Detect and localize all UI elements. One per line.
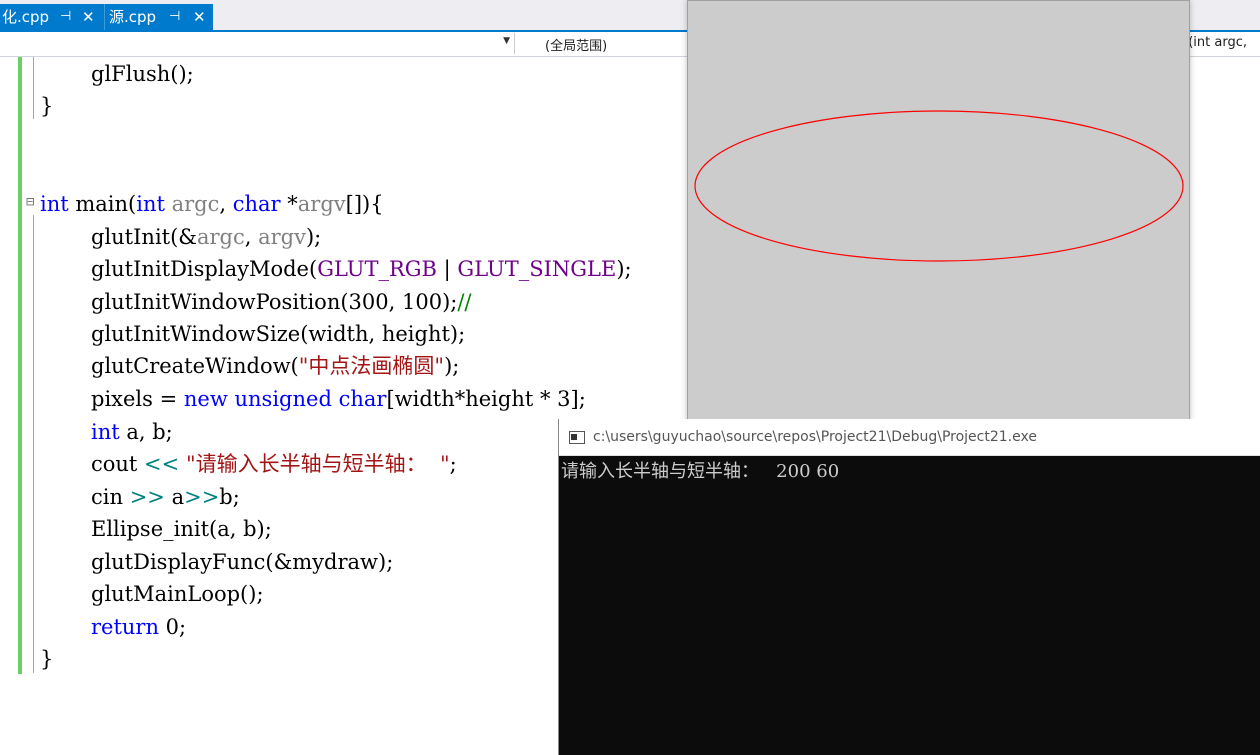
parameter: argv xyxy=(297,192,346,216)
code-line: glutInit(&argc, argv); xyxy=(40,221,321,253)
project-dropdown[interactable]: ▼ xyxy=(0,33,515,54)
macro: GLUT_RGB xyxy=(317,257,437,281)
keyword: char xyxy=(232,192,281,216)
keyword: int xyxy=(40,192,69,216)
chevron-down-icon: ▼ xyxy=(503,36,510,46)
code-text: glFlush(); xyxy=(91,62,194,86)
ellipse-canvas xyxy=(694,110,1184,262)
tab-file-1-label: 化.cpp xyxy=(2,8,50,26)
code-text: []){ xyxy=(345,192,384,216)
code-line: } xyxy=(40,90,53,122)
code-text: cin xyxy=(91,485,130,509)
close-icon[interactable]: ✕ xyxy=(82,4,95,30)
outline-guide xyxy=(33,57,34,119)
code-text: Ellipse_init(a, b); xyxy=(91,517,272,541)
code-line: glutInitWindowSize(width, height); xyxy=(40,318,465,350)
code-text: glutMainLoop(); xyxy=(91,582,264,606)
scope-dropdown[interactable]: (全局范围) xyxy=(545,35,607,54)
pin-icon[interactable]: ⊣ xyxy=(169,4,180,30)
function-dropdown[interactable]: n(int argc, xyxy=(1180,35,1247,50)
pin-icon[interactable]: ⊣ xyxy=(60,4,71,30)
code-text: a, b; xyxy=(119,420,173,444)
code-line: int a, b; xyxy=(40,416,173,448)
change-marker xyxy=(18,57,22,674)
code-text: pixels = xyxy=(91,387,184,411)
console-icon xyxy=(569,431,585,444)
code-line: glutCreateWindow("中点法画椭圆"); xyxy=(40,350,459,382)
console-title-bar[interactable]: c:\users\guyuchao\source\repos\Project21… xyxy=(559,419,1260,456)
parameter: argc xyxy=(164,192,220,216)
keyword: int xyxy=(136,192,165,216)
collapse-icon[interactable]: ⊟ xyxy=(26,194,34,210)
code-text: ); xyxy=(616,257,632,281)
code-line: int main(int argc, char *argv[]){ xyxy=(40,188,384,220)
macro: GLUT_SINGLE xyxy=(457,257,617,281)
code-line: glutInitDisplayMode(GLUT_RGB | GLUT_SING… xyxy=(40,253,632,285)
tab-file-2[interactable]: 源.cpp ⊣ ✕ xyxy=(105,4,213,30)
console-title: c:\users\guyuchao\source\repos\Project21… xyxy=(593,429,1037,445)
code-text: main( xyxy=(68,192,137,216)
keyword: unsigned xyxy=(234,387,332,411)
console-window[interactable]: c:\users\guyuchao\source\repos\Project21… xyxy=(558,419,1260,755)
code-line: glutInitWindowPosition(300, 100);// xyxy=(40,286,472,318)
string-literal: "请输入长半轴与短半轴： " xyxy=(185,452,450,476)
code-line: glutMainLoop(); xyxy=(40,578,264,610)
opengl-window[interactable] xyxy=(687,0,1190,438)
comment: // xyxy=(457,290,472,314)
parameter: argc xyxy=(196,225,245,249)
code-line: glutDisplayFunc(&mydraw); xyxy=(40,546,393,578)
keyword: char xyxy=(338,387,387,411)
code-line: } xyxy=(40,643,53,675)
ellipse-shape xyxy=(694,110,1184,262)
code-line: return 0; xyxy=(40,611,186,643)
code-text: [width*height * 3]; xyxy=(386,387,586,411)
keyword: int xyxy=(91,420,120,444)
code-text: , xyxy=(219,192,233,216)
code-text: glutInit(& xyxy=(91,225,197,249)
code-text: } xyxy=(40,647,54,671)
code-text: | xyxy=(436,257,458,281)
code-text: ); xyxy=(305,225,322,249)
code-text: glutDisplayFunc(&mydraw); xyxy=(91,550,394,574)
console-output: 请输入长半轴与短半轴： 200 60 xyxy=(561,461,840,482)
code-line: cout << "请输入长半轴与短半轴： "; xyxy=(40,448,457,480)
code-text: glutInitWindowPosition(300, 100); xyxy=(91,290,458,314)
code-line: glFlush(); xyxy=(40,58,194,90)
outline-guide xyxy=(33,215,34,673)
code-text: glutCreateWindow( xyxy=(91,354,299,378)
code-text: , xyxy=(244,225,259,249)
code-text: glutInitWindowSize(width, height); xyxy=(91,322,466,346)
code-text: cout xyxy=(91,452,145,476)
keyword: new xyxy=(183,387,228,411)
code-text: 0; xyxy=(159,615,187,639)
code-line: Ellipse_init(a, b); xyxy=(40,513,272,545)
operator: >> xyxy=(184,485,220,509)
code-text: glutInitDisplayMode( xyxy=(91,257,318,281)
code-text: a xyxy=(164,485,185,509)
code-text: ; xyxy=(449,452,457,476)
code-line: cin >> a>>b; xyxy=(40,481,240,513)
keyword: return xyxy=(91,615,159,639)
code-text: b; xyxy=(219,485,240,509)
tab-file-2-label: 源.cpp xyxy=(109,8,157,26)
close-icon[interactable]: ✕ xyxy=(193,4,206,30)
string-literal: "中点法画椭圆" xyxy=(298,354,445,378)
code-text: * xyxy=(280,192,298,216)
parameter: argv xyxy=(258,225,306,249)
code-text: } xyxy=(40,94,54,118)
tab-file-1[interactable]: 化.cpp ⊣ ✕ xyxy=(0,4,104,30)
code-text: ); xyxy=(444,354,460,378)
operator: << xyxy=(144,452,180,476)
operator: >> xyxy=(129,485,165,509)
code-line: pixels = new unsigned char[width*height … xyxy=(40,383,586,415)
